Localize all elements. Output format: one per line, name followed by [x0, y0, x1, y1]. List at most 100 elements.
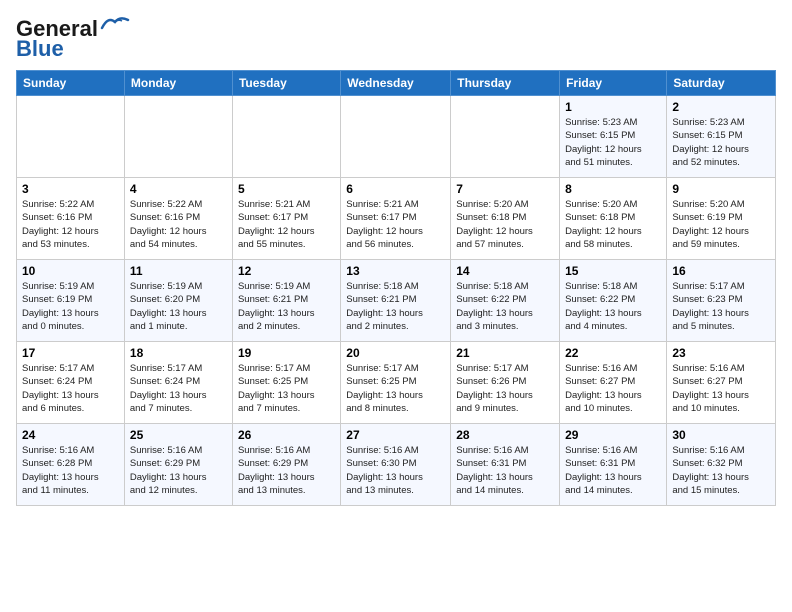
day-info: Sunrise: 5:19 AMSunset: 6:20 PMDaylight:…: [130, 280, 227, 333]
table-row: 10 Sunrise: 5:19 AMSunset: 6:19 PMDayligh…: [17, 260, 125, 342]
day-number: 12: [238, 264, 335, 278]
table-row: [232, 96, 340, 178]
day-info: Sunrise: 5:19 AMSunset: 6:21 PMDaylight:…: [238, 280, 335, 333]
table-row: 2 Sunrise: 5:23 AMSunset: 6:15 PMDaylight…: [667, 96, 776, 178]
day-number: 17: [22, 346, 119, 360]
day-info: Sunrise: 5:16 AMSunset: 6:27 PMDaylight:…: [565, 362, 661, 415]
day-info: Sunrise: 5:17 AMSunset: 6:25 PMDaylight:…: [238, 362, 335, 415]
table-row: 4 Sunrise: 5:22 AMSunset: 6:16 PMDaylight…: [124, 178, 232, 260]
table-row: [17, 96, 125, 178]
day-number: 6: [346, 182, 445, 196]
day-number: 21: [456, 346, 554, 360]
table-row: 15 Sunrise: 5:18 AMSunset: 6:22 PMDayligh…: [560, 260, 667, 342]
table-row: 30 Sunrise: 5:16 AMSunset: 6:32 PMDayligh…: [667, 424, 776, 506]
day-number: 28: [456, 428, 554, 442]
table-row: 7 Sunrise: 5:20 AMSunset: 6:18 PMDaylight…: [451, 178, 560, 260]
day-info: Sunrise: 5:18 AMSunset: 6:22 PMDaylight:…: [456, 280, 554, 333]
day-number: 1: [565, 100, 661, 114]
day-info: Sunrise: 5:17 AMSunset: 6:26 PMDaylight:…: [456, 362, 554, 415]
table-row: 8 Sunrise: 5:20 AMSunset: 6:18 PMDaylight…: [560, 178, 667, 260]
col-monday: Monday: [124, 71, 232, 96]
day-info: Sunrise: 5:16 AMSunset: 6:31 PMDaylight:…: [456, 444, 554, 497]
table-row: 5 Sunrise: 5:21 AMSunset: 6:17 PMDaylight…: [232, 178, 340, 260]
day-number: 4: [130, 182, 227, 196]
table-row: 12 Sunrise: 5:19 AMSunset: 6:21 PMDayligh…: [232, 260, 340, 342]
day-number: 9: [672, 182, 770, 196]
day-info: Sunrise: 5:16 AMSunset: 6:32 PMDaylight:…: [672, 444, 770, 497]
table-row: 6 Sunrise: 5:21 AMSunset: 6:17 PMDaylight…: [341, 178, 451, 260]
col-wednesday: Wednesday: [341, 71, 451, 96]
day-info: Sunrise: 5:20 AMSunset: 6:18 PMDaylight:…: [565, 198, 661, 251]
day-info: Sunrise: 5:16 AMSunset: 6:30 PMDaylight:…: [346, 444, 445, 497]
day-number: 7: [456, 182, 554, 196]
table-row: 24 Sunrise: 5:16 AMSunset: 6:28 PMDayligh…: [17, 424, 125, 506]
day-info: Sunrise: 5:16 AMSunset: 6:29 PMDaylight:…: [238, 444, 335, 497]
page-header: General Blue: [16, 16, 776, 62]
calendar-header-row: Sunday Monday Tuesday Wednesday Thursday…: [17, 71, 776, 96]
day-info: Sunrise: 5:17 AMSunset: 6:23 PMDaylight:…: [672, 280, 770, 333]
table-row: 13 Sunrise: 5:18 AMSunset: 6:21 PMDayligh…: [341, 260, 451, 342]
col-saturday: Saturday: [667, 71, 776, 96]
col-friday: Friday: [560, 71, 667, 96]
day-info: Sunrise: 5:21 AMSunset: 6:17 PMDaylight:…: [346, 198, 445, 251]
day-number: 27: [346, 428, 445, 442]
day-info: Sunrise: 5:18 AMSunset: 6:22 PMDaylight:…: [565, 280, 661, 333]
day-info: Sunrise: 5:19 AMSunset: 6:19 PMDaylight:…: [22, 280, 119, 333]
day-info: Sunrise: 5:22 AMSunset: 6:16 PMDaylight:…: [130, 198, 227, 251]
day-number: 24: [22, 428, 119, 442]
day-number: 14: [456, 264, 554, 278]
day-info: Sunrise: 5:17 AMSunset: 6:24 PMDaylight:…: [22, 362, 119, 415]
day-info: Sunrise: 5:20 AMSunset: 6:18 PMDaylight:…: [456, 198, 554, 251]
day-info: Sunrise: 5:23 AMSunset: 6:15 PMDaylight:…: [565, 116, 661, 169]
day-info: Sunrise: 5:16 AMSunset: 6:29 PMDaylight:…: [130, 444, 227, 497]
day-number: 2: [672, 100, 770, 114]
table-row: 22 Sunrise: 5:16 AMSunset: 6:27 PMDayligh…: [560, 342, 667, 424]
calendar-week-row: 3 Sunrise: 5:22 AMSunset: 6:16 PMDaylight…: [17, 178, 776, 260]
day-number: 15: [565, 264, 661, 278]
table-row: 16 Sunrise: 5:17 AMSunset: 6:23 PMDayligh…: [667, 260, 776, 342]
day-info: Sunrise: 5:22 AMSunset: 6:16 PMDaylight:…: [22, 198, 119, 251]
table-row: [341, 96, 451, 178]
day-number: 23: [672, 346, 770, 360]
day-number: 5: [238, 182, 335, 196]
day-number: 13: [346, 264, 445, 278]
col-tuesday: Tuesday: [232, 71, 340, 96]
table-row: [451, 96, 560, 178]
col-thursday: Thursday: [451, 71, 560, 96]
day-info: Sunrise: 5:18 AMSunset: 6:21 PMDaylight:…: [346, 280, 445, 333]
day-number: 18: [130, 346, 227, 360]
calendar-week-row: 10 Sunrise: 5:19 AMSunset: 6:19 PMDayligh…: [17, 260, 776, 342]
day-number: 30: [672, 428, 770, 442]
table-row: 11Sunrise: 5:19 AMSunset: 6:20 PMDayligh…: [124, 260, 232, 342]
table-row: 23Sunrise: 5:16 AMSunset: 6:27 PMDayligh…: [667, 342, 776, 424]
calendar-table: Sunday Monday Tuesday Wednesday Thursday…: [16, 70, 776, 506]
day-info: Sunrise: 5:17 AMSunset: 6:25 PMDaylight:…: [346, 362, 445, 415]
day-number: 26: [238, 428, 335, 442]
day-number: 10: [22, 264, 119, 278]
day-info: Sunrise: 5:21 AMSunset: 6:17 PMDaylight:…: [238, 198, 335, 251]
calendar-week-row: 17 Sunrise: 5:17 AMSunset: 6:24 PMDayligh…: [17, 342, 776, 424]
table-row: 20Sunrise: 5:17 AMSunset: 6:25 PMDayligh…: [341, 342, 451, 424]
table-row: 17 Sunrise: 5:17 AMSunset: 6:24 PMDayligh…: [17, 342, 125, 424]
table-row: 18 Sunrise: 5:17 AMSunset: 6:24 PMDayligh…: [124, 342, 232, 424]
table-row: 1 Sunrise: 5:23 AMSunset: 6:15 PMDaylight…: [560, 96, 667, 178]
day-number: 3: [22, 182, 119, 196]
day-number: 22: [565, 346, 661, 360]
day-number: 8: [565, 182, 661, 196]
day-info: Sunrise: 5:16 AMSunset: 6:28 PMDaylight:…: [22, 444, 119, 497]
table-row: [124, 96, 232, 178]
day-info: Sunrise: 5:23 AMSunset: 6:15 PMDaylight:…: [672, 116, 770, 169]
col-sunday: Sunday: [17, 71, 125, 96]
day-info: Sunrise: 5:17 AMSunset: 6:24 PMDaylight:…: [130, 362, 227, 415]
logo: General Blue: [16, 16, 130, 62]
day-info: Sunrise: 5:20 AMSunset: 6:19 PMDaylight:…: [672, 198, 770, 251]
logo-bird-icon: [100, 14, 130, 36]
day-number: 19: [238, 346, 335, 360]
day-info: Sunrise: 5:16 AMSunset: 6:31 PMDaylight:…: [565, 444, 661, 497]
table-row: 3 Sunrise: 5:22 AMSunset: 6:16 PMDaylight…: [17, 178, 125, 260]
logo-blue: Blue: [16, 36, 64, 62]
day-number: 16: [672, 264, 770, 278]
table-row: 27 Sunrise: 5:16 AMSunset: 6:30 PMDayligh…: [341, 424, 451, 506]
table-row: 25Sunrise: 5:16 AMSunset: 6:29 PMDayligh…: [124, 424, 232, 506]
table-row: 9 Sunrise: 5:20 AMSunset: 6:19 PMDaylight…: [667, 178, 776, 260]
